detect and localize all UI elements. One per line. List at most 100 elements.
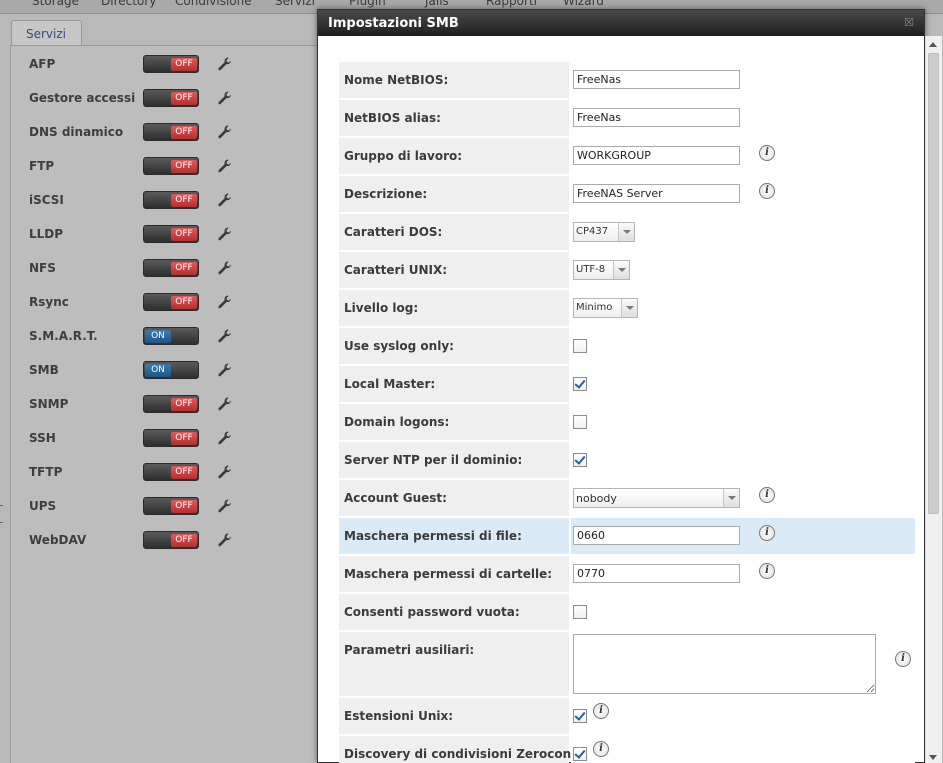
wrench-icon[interactable] [217,294,233,310]
dir-mask-input[interactable] [573,564,740,583]
log-level-select[interactable]: Minimo [573,298,638,318]
service-name: SNMP [29,397,69,411]
nav-storage[interactable]: Storage [32,0,79,8]
service-row-smb: SMB ON [29,361,249,379]
chevron-down-icon[interactable] [723,489,739,507]
wrench-icon[interactable] [217,498,233,514]
scroll-down-arrow-icon[interactable] [929,755,937,760]
chevron-down-icon[interactable] [621,299,637,317]
wrench-icon[interactable] [217,328,233,344]
scroll-thumb[interactable] [928,53,939,514]
row-zeroconf: Discovery di condivisioni Zeroconf: i [339,736,915,763]
wrench-icon[interactable] [217,158,233,174]
toggle-state: OFF [171,92,197,105]
dir-mask-label: Maschera permessi di cartelle: [344,567,553,581]
service-toggle[interactable]: OFF [143,123,199,141]
guest-account-select[interactable]: nobody [573,488,740,508]
wrench-icon[interactable] [217,430,233,446]
scroll-up-arrow-icon[interactable] [929,42,937,47]
service-name: LLDP [29,227,64,241]
dos-charset-value: CP437 [576,226,609,237]
info-icon[interactable]: i [593,741,609,757]
value-cell [571,62,915,98]
wrench-icon[interactable] [217,396,233,412]
service-toggle[interactable]: OFF [143,225,199,243]
zeroconf-checkbox[interactable] [573,747,587,761]
unix-charset-select[interactable]: UTF-8 [573,260,630,280]
nav-directory[interactable]: Directory [101,0,156,8]
service-toggle[interactable]: OFF [143,497,199,515]
wrench-icon[interactable] [217,56,233,72]
row-aux-params: Parametri ausiliari: i [339,632,915,696]
wrench-icon[interactable] [217,532,233,548]
nav-services[interactable]: Servizi [275,0,315,8]
wrench-icon[interactable] [217,124,233,140]
label-cell: Discovery di condivisioni Zeroconf: [339,736,581,763]
close-icon[interactable]: ☒ [902,16,916,30]
wrench-icon[interactable] [217,260,233,276]
service-toggle[interactable]: ON [143,327,199,345]
label-cell: Use syslog only: [339,328,569,364]
value-cell: i [571,698,915,734]
service-toggle[interactable]: OFF [143,191,199,209]
netbios-name-label: Nome NetBIOS: [344,73,449,87]
nav-wizard[interactable]: Wizard [563,0,604,8]
dos-charset-select[interactable]: CP437 [573,222,635,242]
dialog-scrollbar[interactable] [925,36,942,763]
info-icon[interactable]: i [759,487,775,503]
service-toggle[interactable]: OFF [143,531,199,549]
nav-plugins[interactable]: Plugin [349,0,386,8]
netbios-name-input[interactable] [573,70,740,89]
syslog-only-checkbox[interactable] [573,339,587,353]
smb-settings-dialog: Impostazioni SMB ☒ Nome NetBIOS: NetBIOS… [317,9,942,763]
wrench-icon[interactable] [217,362,233,378]
unix-extensions-checkbox[interactable] [573,709,587,723]
label-cell: Account Guest: [339,480,569,516]
service-toggle[interactable]: OFF [143,463,199,481]
toggle-state: OFF [171,296,197,309]
tab-services[interactable]: Servizi [11,20,82,46]
info-icon[interactable]: i [593,703,609,719]
info-icon[interactable]: i [759,525,775,541]
wrench-icon[interactable] [217,192,233,208]
wrench-icon[interactable] [217,226,233,242]
chevron-down-icon[interactable] [613,261,629,279]
wrench-icon[interactable] [217,464,233,480]
nav-jails[interactable]: Jails [425,0,449,8]
chevron-down-icon[interactable] [618,223,634,241]
dos-charset-label: Caratteri DOS: [344,225,443,239]
file-mask-input[interactable] [573,526,740,545]
null-passwords-label: Consenti password vuota: [344,605,520,619]
description-input[interactable] [573,184,740,203]
info-icon[interactable]: i [759,183,775,199]
netbios-alias-input[interactable] [573,108,740,127]
domain-logons-checkbox[interactable] [573,415,587,429]
row-domain-logons: Domain logons: [339,404,915,440]
service-toggle[interactable]: OFF [143,259,199,277]
service-toggle[interactable]: OFF [143,429,199,447]
nav-reports[interactable]: Rapporti [486,0,537,8]
service-toggle[interactable]: ON [143,361,199,379]
null-passwords-checkbox[interactable] [573,605,587,619]
workgroup-input[interactable] [573,146,740,165]
info-icon[interactable]: i [759,563,775,579]
nav-sharing[interactable]: Condivisione [175,0,252,8]
dialog-titlebar[interactable]: Impostazioni SMB ☒ [318,10,924,36]
row-unix-charset: Caratteri UNIX: UTF-8 [339,252,915,288]
local-master-checkbox[interactable] [573,377,587,391]
service-toggle[interactable]: OFF [143,293,199,311]
info-icon[interactable]: i [759,145,775,161]
aux-params-textarea[interactable] [573,634,876,694]
row-time-server: Server NTP per il dominio: [339,442,915,478]
info-icon[interactable]: i [895,651,911,667]
row-null-passwords: Consenti password vuota: [339,594,915,630]
wrench-icon[interactable] [217,90,233,106]
service-toggle[interactable]: OFF [143,157,199,175]
service-toggle[interactable]: OFF [143,395,199,413]
service-name: DNS dinamico [29,125,124,139]
edge-mark [0,505,3,506]
service-toggle[interactable]: OFF [143,55,199,73]
value-cell [571,404,915,440]
service-toggle[interactable]: OFF [143,89,199,107]
time-server-checkbox[interactable] [573,453,587,467]
